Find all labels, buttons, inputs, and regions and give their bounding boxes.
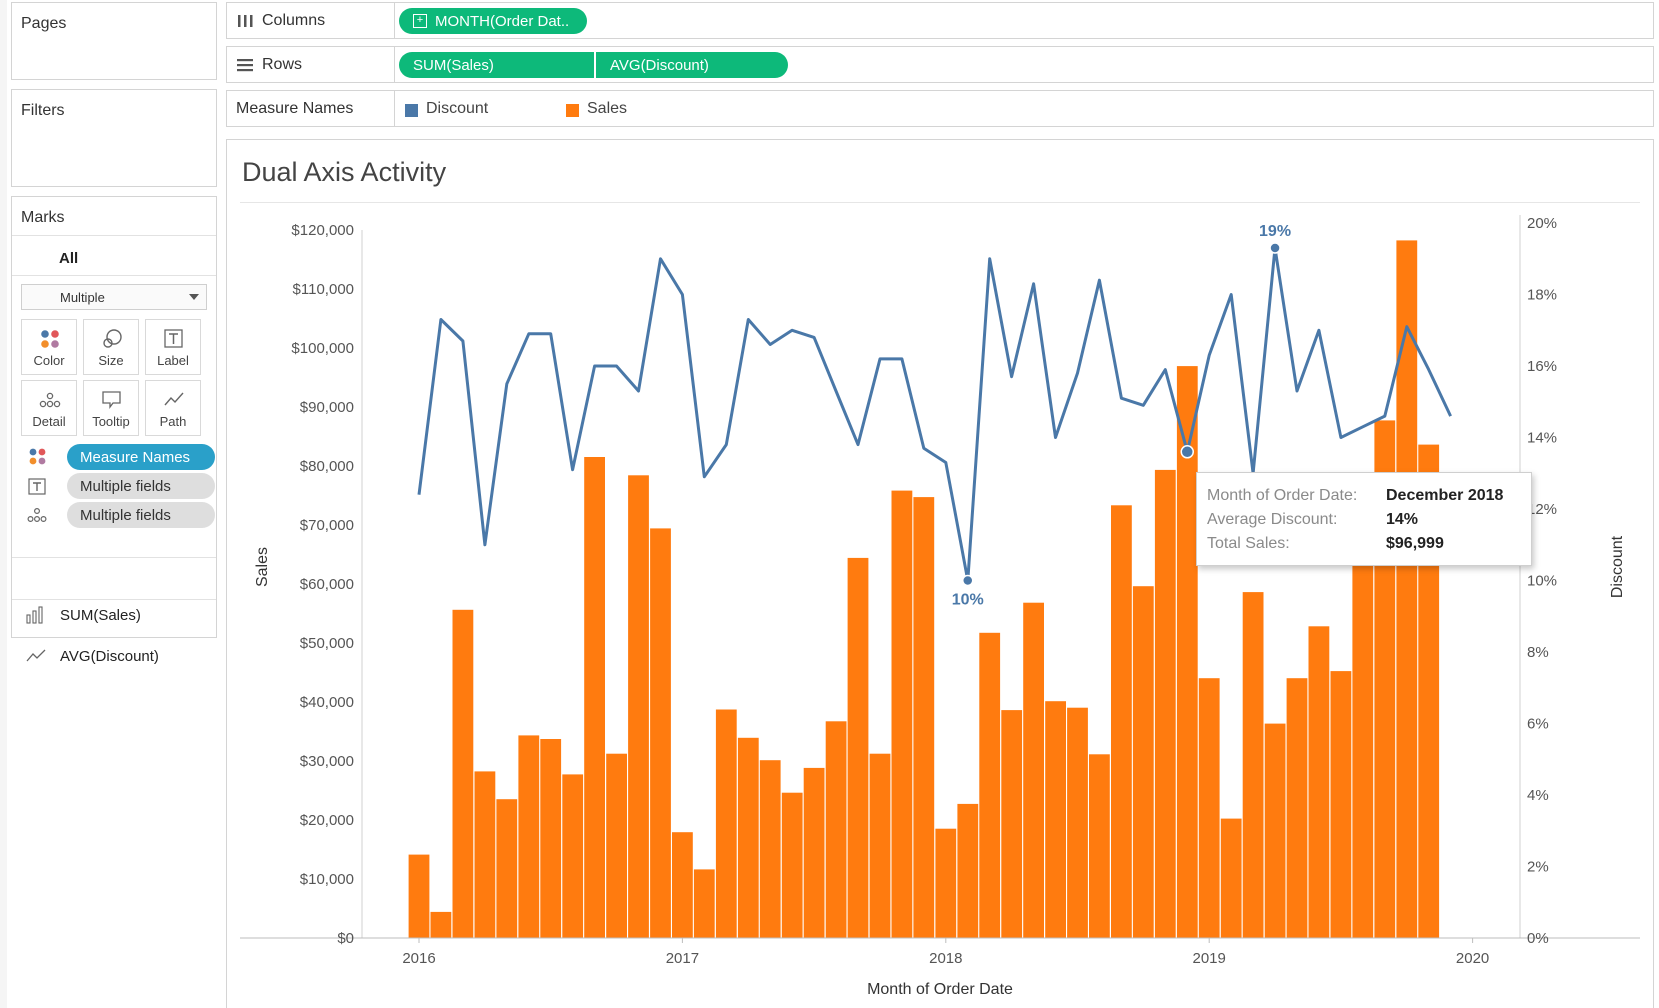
legend-discount-label[interactable]: Discount <box>426 100 488 118</box>
columns-shelf-label: Columns <box>227 3 395 38</box>
legend-shelf-label: Measure Names <box>227 91 395 126</box>
pages-title: Pages <box>21 15 67 32</box>
color-field-pill[interactable]: Measure Names <box>67 444 215 470</box>
pages-card: Pages <box>11 2 217 80</box>
measure-avg-discount-label: AVG(Discount) <box>60 647 159 665</box>
filters-title: Filters <box>21 102 65 119</box>
filters-card[interactable]: Filters <box>11 89 217 187</box>
measure-sum-sales[interactable]: SUM(Sales) <box>26 594 232 636</box>
text-label-icon <box>28 478 46 495</box>
mark-type-value: Multiple <box>60 290 105 305</box>
size-button-label: Size <box>98 353 124 368</box>
tooltip-icon <box>102 391 121 409</box>
tooltip-button-label: Tooltip <box>92 414 130 429</box>
tooltip-key-month: Month of Order Date: <box>1207 487 1358 504</box>
tooltip-key-discount: Average Discount: <box>1207 511 1338 528</box>
detail-button[interactable]: Detail <box>21 380 77 436</box>
rows-label-text: Rows <box>262 55 303 73</box>
line-chart-icon <box>26 649 46 662</box>
marks-all-tab[interactable]: All <box>59 250 78 267</box>
detail-button-label: Detail <box>32 414 66 429</box>
legend-discount-swatch <box>405 104 418 117</box>
legend-sales-label[interactable]: Sales <box>587 100 627 118</box>
chart-title: Dual Axis Activity <box>242 157 447 187</box>
label-button-label: Label <box>157 353 189 368</box>
size-button[interactable]: Size <box>83 319 139 375</box>
label-button[interactable]: Label <box>145 319 201 375</box>
bar-chart-icon <box>26 606 43 624</box>
marks-title: Marks <box>21 209 65 226</box>
label-field-pill[interactable]: Multiple fields <box>67 473 215 499</box>
rows-sum-sales-pill[interactable]: SUM(Sales) <box>399 52 594 78</box>
detail-field-pill[interactable]: Multiple fields <box>67 502 215 528</box>
columns-label-text: Columns <box>262 11 326 29</box>
color-icon <box>41 330 59 348</box>
path-icon <box>164 392 184 406</box>
columns-icon <box>238 14 253 27</box>
columns-pill-text: MONTH(Order Dat.. <box>435 12 570 30</box>
legend-sales-swatch <box>566 104 579 117</box>
tooltip-key-sales: Total Sales: <box>1207 535 1290 552</box>
left-edge <box>0 0 7 1008</box>
tooltip-button[interactable]: Tooltip <box>83 380 139 436</box>
text-label-icon <box>164 329 183 348</box>
size-icon <box>103 329 122 348</box>
tooltip-value-discount: 14% <box>1386 511 1419 528</box>
tooltip-value-sales: $96,999 <box>1386 535 1444 552</box>
detail-icon <box>39 392 61 408</box>
tooltip-value-month: December 2018 <box>1386 487 1504 504</box>
columns-month-pill[interactable]: + MONTH(Order Dat.. <box>399 8 587 34</box>
chevron-down-icon <box>189 294 199 300</box>
color-button-label: Color <box>33 353 65 368</box>
path-button-label: Path <box>159 414 187 429</box>
hover-tooltip: Month of Order Date: December 2018 Avera… <box>1196 472 1532 566</box>
rows-avg-discount-pill[interactable]: AVG(Discount) <box>596 52 788 78</box>
view-pane <box>226 139 1654 1008</box>
rows-icon <box>237 58 253 71</box>
expand-plus-icon: + <box>413 14 427 28</box>
mark-type-dropdown[interactable]: Multiple <box>21 284 207 310</box>
color-button[interactable]: Color <box>21 319 77 375</box>
marks-divider <box>12 235 216 236</box>
columns-shelf[interactable]: Columns + MONTH(Order Dat.. <box>226 2 1654 39</box>
marks-card: Marks All Multiple Color Size Label Deta… <box>11 196 217 638</box>
rows-shelf-label: Rows <box>227 47 395 82</box>
rows-shelf[interactable]: Rows SUM(Sales) AVG(Discount) <box>226 46 1654 83</box>
detail-icon <box>27 507 47 523</box>
color-icon <box>29 448 46 465</box>
path-button[interactable]: Path <box>145 380 201 436</box>
title-divider <box>240 202 1640 203</box>
measure-avg-discount[interactable]: AVG(Discount) <box>26 635 232 677</box>
marks-divider-3 <box>12 557 216 558</box>
measure-sum-sales-label: SUM(Sales) <box>60 606 141 624</box>
legend-shelf: Measure Names Discount Sales <box>226 90 1654 127</box>
marks-divider-2 <box>12 275 216 276</box>
